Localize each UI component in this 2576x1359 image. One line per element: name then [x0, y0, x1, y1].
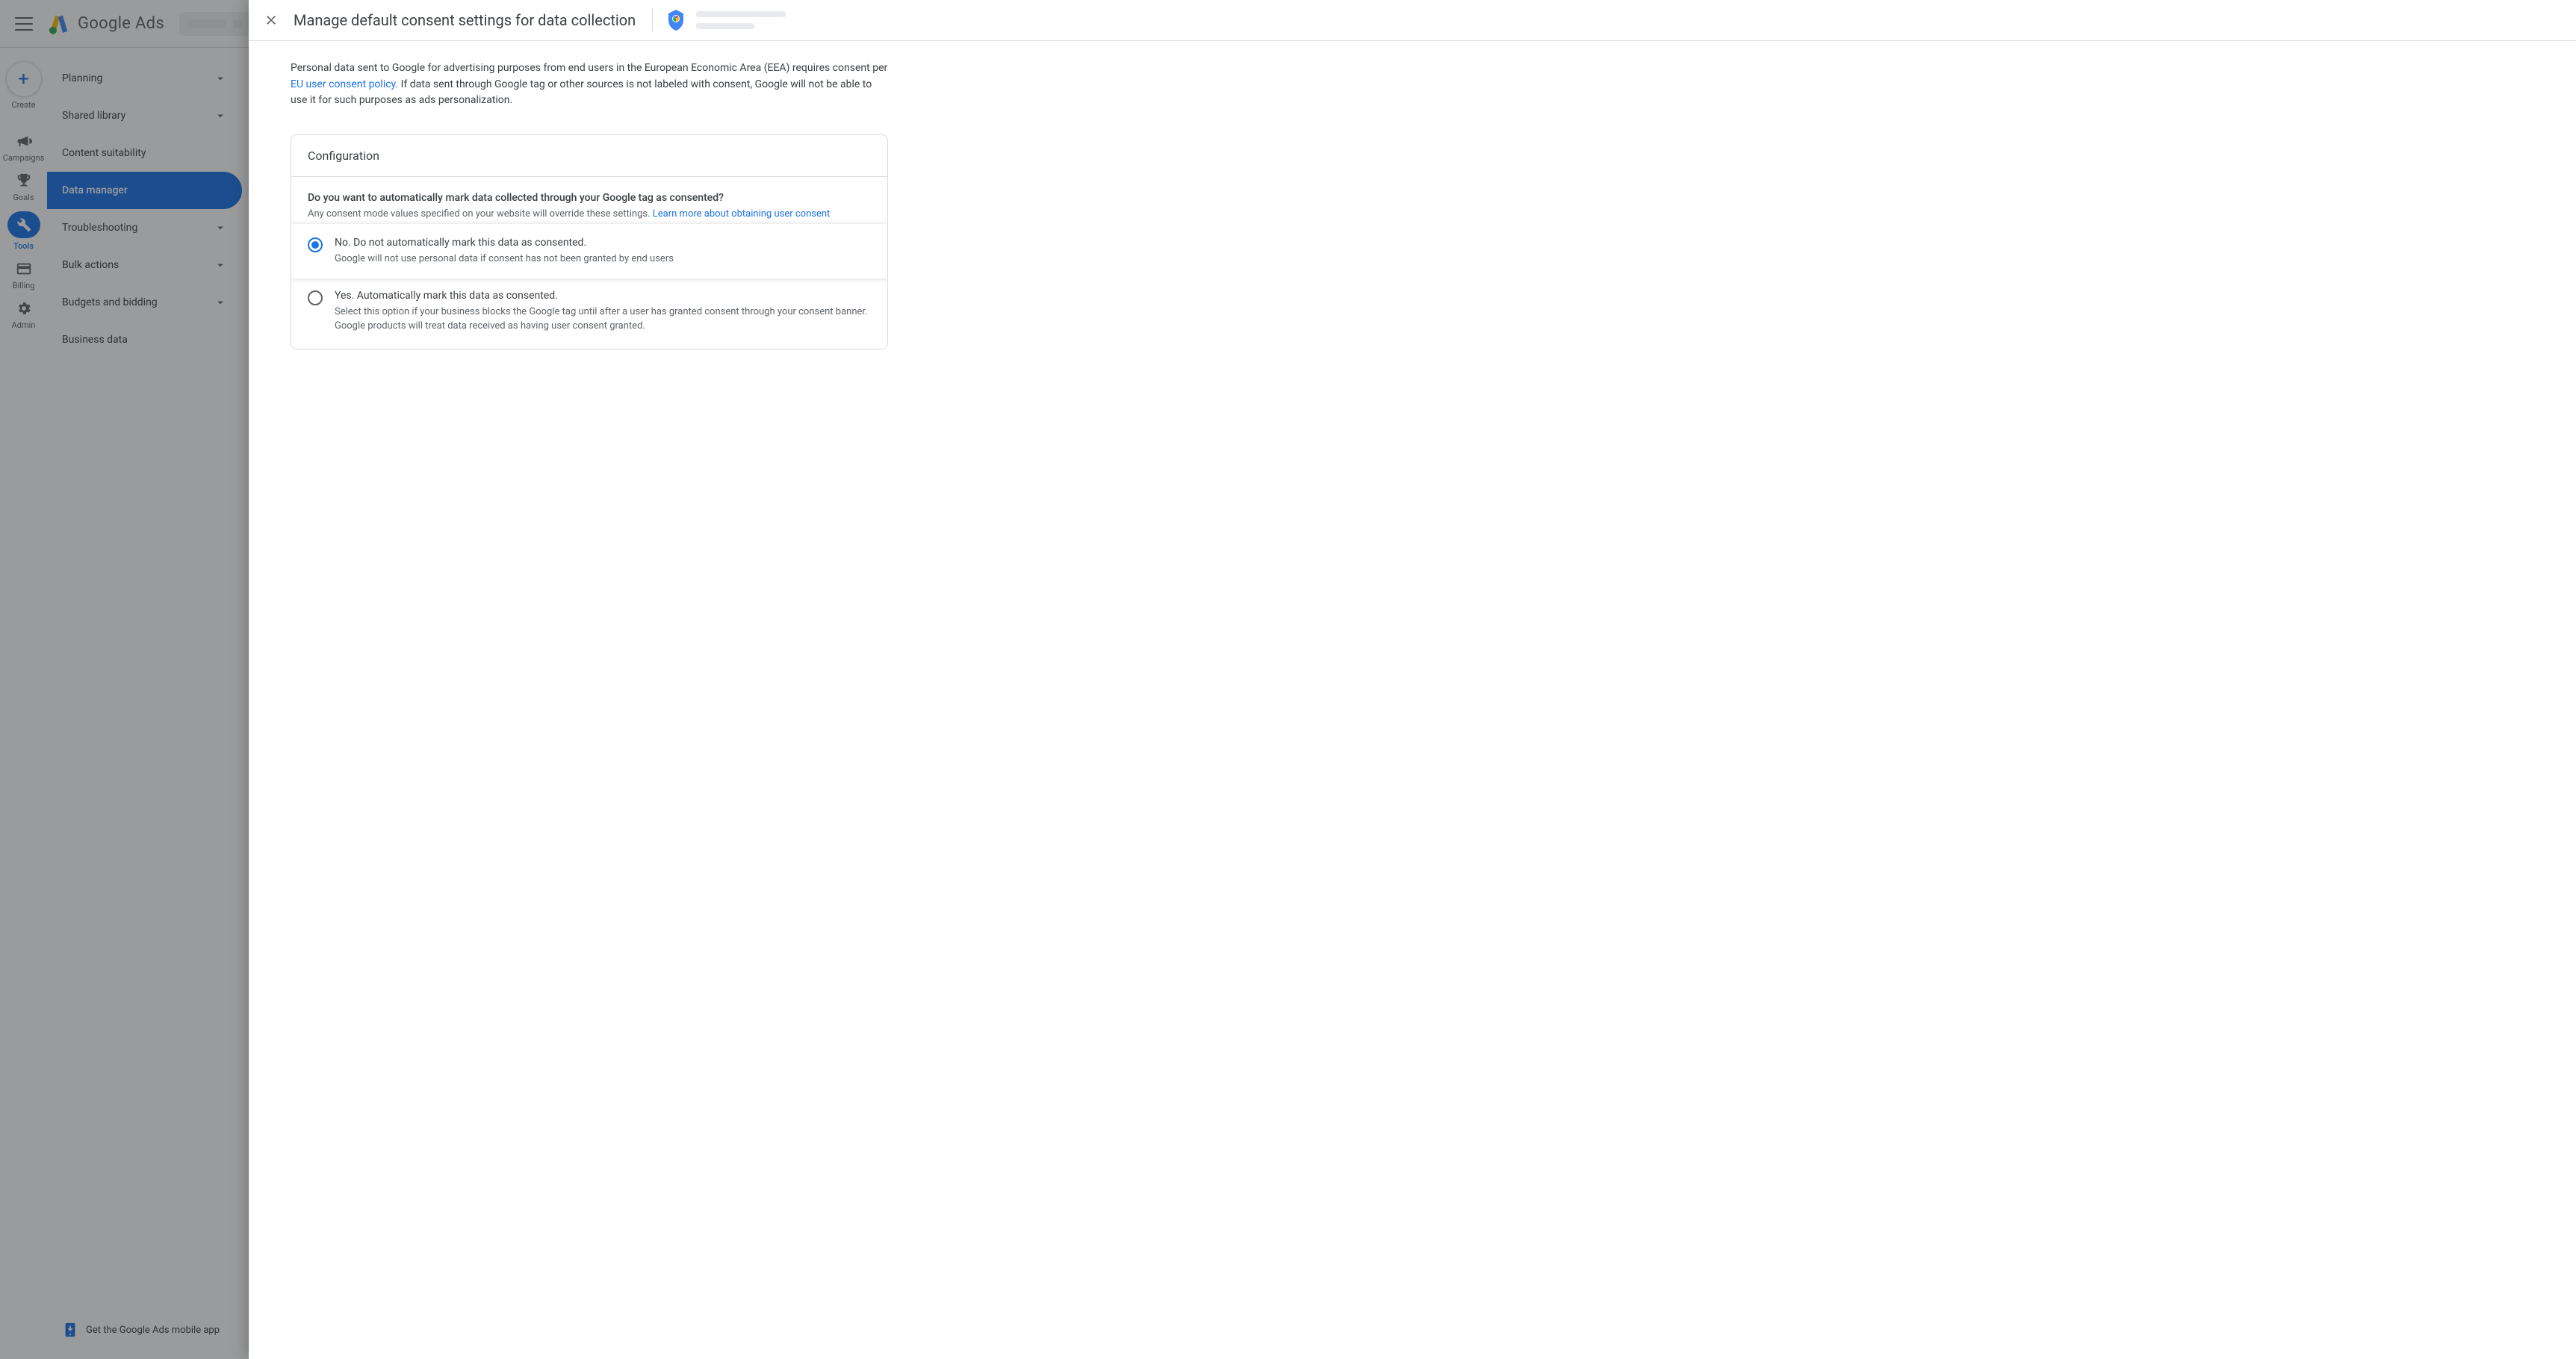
eu-consent-policy-link[interactable]: EU user consent policy: [291, 78, 395, 90]
placeholder-lines: [696, 11, 786, 29]
close-icon: [264, 13, 279, 28]
google-tag-icon: [666, 8, 686, 32]
subtext: Any consent mode values specified on you…: [308, 208, 653, 220]
option-description: Google will not use personal data if con…: [335, 252, 871, 267]
learn-more-link[interactable]: Learn more about obtaining user consent: [653, 208, 831, 220]
card-title: Configuration: [291, 135, 887, 177]
radio-no[interactable]: [308, 237, 323, 252]
close-button[interactable]: [262, 11, 280, 29]
consent-option-yes[interactable]: Yes. Automatically mark this data as con…: [291, 279, 887, 349]
modal-header: Manage default consent settings for data…: [249, 0, 2576, 41]
card-subtext: Any consent mode values specified on you…: [308, 208, 871, 220]
option-label: Yes. Automatically mark this data as con…: [335, 290, 871, 302]
card-question: Do you want to automatically mark data c…: [308, 192, 871, 204]
option-description: Select this option if your business bloc…: [335, 305, 871, 334]
modal-body: Personal data sent to Google for adverti…: [249, 41, 2576, 1359]
consent-settings-modal: Manage default consent settings for data…: [249, 0, 2576, 1359]
option-label: No. Do not automatically mark this data …: [335, 237, 871, 249]
modal-title: Manage default consent settings for data…: [294, 11, 636, 29]
intro-text: Personal data sent to Google for adverti…: [291, 62, 887, 74]
intro-paragraph: Personal data sent to Google for adverti…: [291, 60, 888, 109]
consent-option-no[interactable]: No. Do not automatically mark this data …: [291, 224, 887, 279]
radio-yes[interactable]: [308, 290, 323, 305]
card-question-block: Do you want to automatically mark data c…: [291, 177, 887, 224]
configuration-card: Configuration Do you want to automatical…: [291, 134, 888, 349]
divider: [652, 8, 653, 32]
app-root: Google Ads + Create CampaignsGoalsToolsB…: [0, 0, 2576, 1359]
google-tag-chip[interactable]: [666, 8, 786, 32]
